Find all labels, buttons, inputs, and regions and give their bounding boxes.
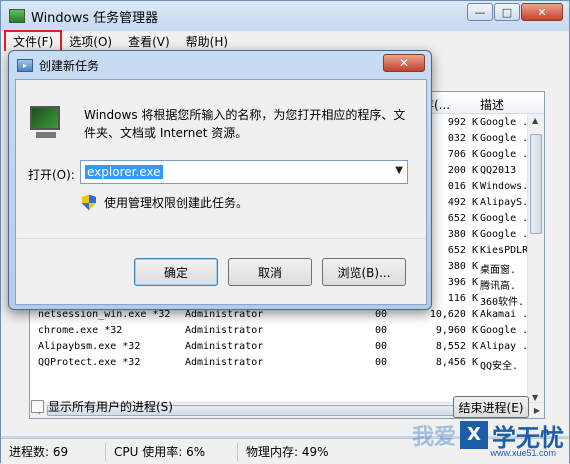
close-button[interactable]: ✕ — [521, 3, 563, 21]
dropdown-arrow-icon[interactable]: ▼ — [395, 165, 403, 176]
process-cpu: 00 — [375, 309, 388, 320]
menu-file[interactable]: 文件(F) — [3, 29, 63, 53]
window-title: Windows 任务管理器 — [31, 10, 159, 26]
process-description: 360软件. — [480, 297, 525, 308]
status-process-count: 进程数: 69 — [1, 442, 106, 461]
checkbox-box[interactable] — [31, 400, 44, 413]
vertical-scroll-thumb[interactable] — [530, 134, 542, 234]
show-all-users-checkbox[interactable]: 显示所有用户的进程(S) — [31, 398, 173, 415]
process-description: 腾讯高. — [480, 281, 517, 292]
dialog-description: Windows 将根据您所输入的名称，为您打开相应的程序、文件夹、文档或 Int… — [84, 108, 406, 140]
process-user: Administrator — [185, 341, 264, 352]
process-cpu: 00 — [375, 325, 388, 336]
table-row[interactable]: QQProtect.exe *32 Administrator 00 8,456 KQ… — [30, 356, 528, 372]
maximize-button[interactable]: □ — [494, 3, 520, 21]
dialog-close-button[interactable]: ✕ — [383, 54, 425, 72]
process-name: chrome.exe *32 — [38, 325, 123, 336]
process-description: 桌面窗. — [480, 265, 517, 276]
column-description[interactable]: 描述 — [480, 96, 504, 113]
process-description: Google . — [480, 229, 529, 240]
menu-help[interactable]: 帮助(H) — [178, 31, 236, 52]
process-description: Windows. — [480, 181, 529, 192]
process-description: Akamai . — [480, 309, 529, 320]
admin-privilege-row: 使用管理权限创建此任务。 — [82, 194, 248, 211]
process-cpu: 00 — [375, 357, 388, 368]
uac-shield-icon — [82, 194, 96, 211]
browse-button[interactable]: 浏览(B)... — [322, 258, 406, 286]
process-description: Google . — [480, 117, 529, 128]
scroll-up-icon[interactable]: ▲ — [532, 116, 538, 125]
watermark: 我爱 X 学无忧 www.xue51.com — [394, 410, 564, 460]
process-memory: 8,456 K — [435, 357, 478, 368]
process-description: QQ2013 — [480, 165, 517, 176]
minimize-button[interactable]: — — [467, 3, 493, 21]
process-cpu: 00 — [375, 341, 388, 352]
dialog-content: Windows 将根据您所输入的名称，为您打开相应的程序、文件夹、文档或 Int… — [15, 79, 427, 305]
vertical-scrollbar[interactable]: ▲ ▼ — [527, 114, 544, 404]
menu-view[interactable]: 查看(V) — [120, 31, 178, 52]
computer-icon — [30, 106, 64, 142]
watermark-url: www.xue51.com — [490, 448, 556, 458]
task-manager-icon — [9, 9, 25, 23]
process-name: Alipaybsm.exe *32 — [38, 341, 141, 352]
table-row[interactable]: netsession_win.exe *32 Administrator 00 10,… — [30, 308, 528, 324]
process-memory: 10,620 K — [429, 309, 478, 320]
process-user: Administrator — [185, 357, 264, 368]
watermark-faded-text: 我爱 — [411, 425, 456, 450]
process-user: Administrator — [185, 309, 264, 320]
create-new-task-dialog: ▸ 创建新任务 ✕ Windows 将根据您所输入的名称，为您打开相应的程序、文… — [8, 50, 432, 310]
scroll-down-icon[interactable]: ▼ — [532, 393, 538, 402]
open-label: 打开(O): — [28, 168, 75, 182]
process-name: QQProtect.exe *32 — [38, 357, 141, 368]
process-description: Google . — [480, 213, 529, 224]
show-all-users-label: 显示所有用户的进程(S) — [48, 400, 173, 414]
open-input-value[interactable]: explorer.exe — [85, 165, 163, 179]
status-cpu-usage: CPU 使用率: 6% — [106, 442, 238, 461]
process-description: Google . — [480, 133, 529, 144]
status-memory: 物理内存: 49% — [246, 444, 329, 459]
admin-privilege-label: 使用管理权限创建此任务。 — [104, 196, 249, 210]
window-controls: — □ ✕ — [466, 3, 563, 21]
process-user: Administrator — [185, 325, 264, 336]
process-name: netsession_win.exe *32 — [38, 309, 171, 320]
process-description: KiesPDLR — [480, 245, 529, 256]
process-description: Google . — [480, 149, 529, 160]
title-bar[interactable]: Windows 任务管理器 — □ ✕ — [1, 1, 569, 31]
table-row[interactable]: Alipaybsm.exe *32 Administrator 00 8,552 KA… — [30, 340, 528, 356]
menu-bar: 文件(F) 选项(O) 查看(V) 帮助(H) — [1, 29, 569, 53]
menu-options[interactable]: 选项(O) — [61, 31, 120, 52]
process-memory: 8,552 K — [435, 341, 478, 352]
dialog-title: 创建新任务 — [39, 58, 100, 73]
dialog-title-bar[interactable]: ▸ 创建新任务 ✕ — [9, 51, 431, 79]
table-row[interactable]: chrome.exe *32 Administrator 00 9,960 K Goog… — [30, 324, 528, 340]
ok-button[interactable]: 确定 — [134, 258, 218, 286]
process-description: QQ安全. — [480, 361, 519, 372]
open-combobox[interactable]: explorer.exe ▼ — [80, 160, 408, 184]
cancel-button[interactable]: 取消 — [228, 258, 312, 286]
process-description: Alipay . — [480, 341, 529, 352]
process-description: AlipayS. — [480, 197, 529, 208]
run-dialog-icon: ▸ — [17, 58, 33, 72]
process-description: Google . — [480, 325, 529, 336]
watermark-logo-icon: X — [460, 421, 488, 449]
process-memory: 9,960 K — [435, 325, 478, 336]
